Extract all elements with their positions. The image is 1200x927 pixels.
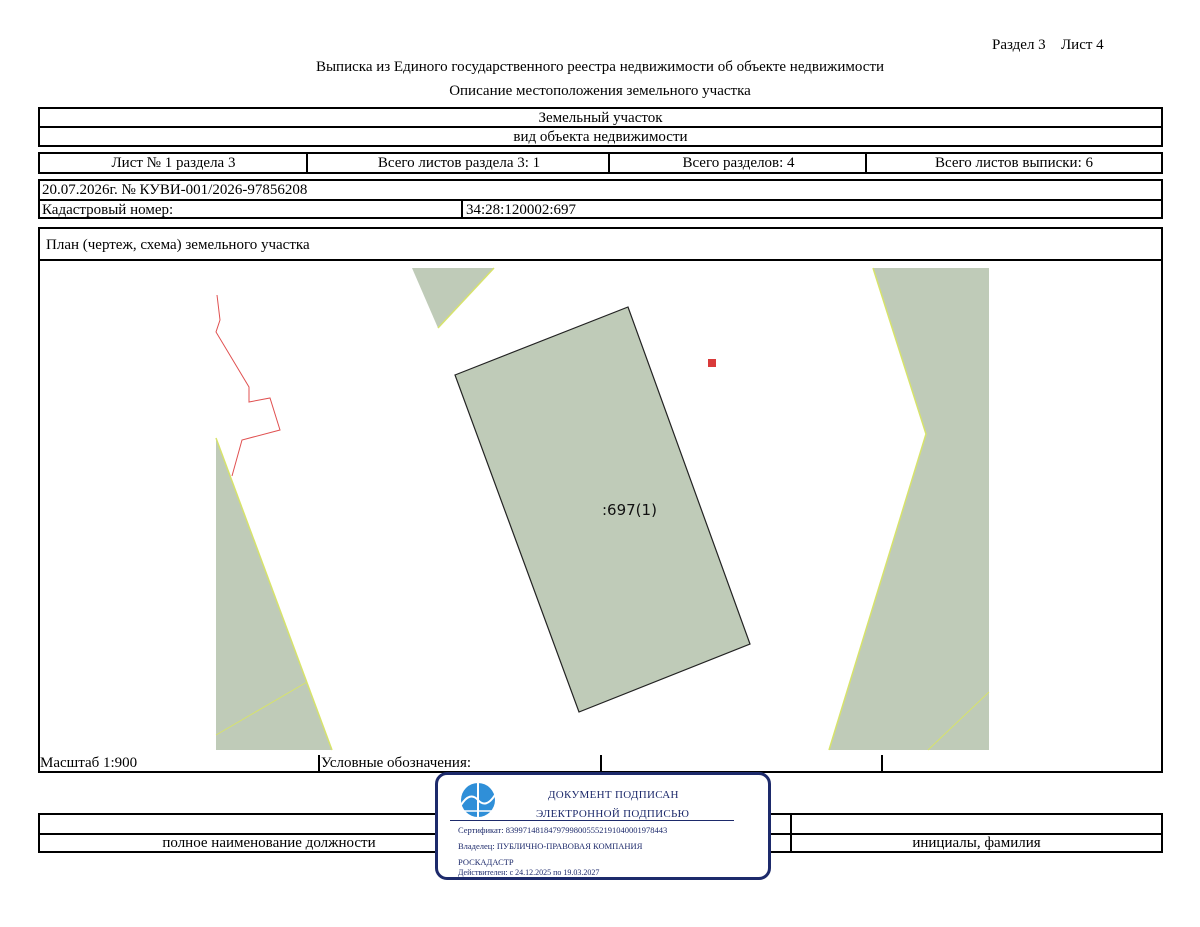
document-subtitle: Описание местоположения земельного участ… [449, 83, 751, 99]
section-ref: Раздел 3 [992, 37, 1046, 53]
legend-row: Масштаб 1:900 Условные обозначения: [38, 755, 1163, 773]
object-type-value: Земельный участок [538, 109, 663, 126]
document-title: Выписка из Единого государственного реес… [315, 59, 885, 75]
neighbor-parcel-top [412, 268, 494, 328]
total-sections: Всего разделов: 4 [682, 154, 795, 171]
object-type-caption: вид объекта недвижимости [513, 128, 688, 145]
cadastral-number: 34:28:120002:697 [466, 202, 577, 218]
stamp-validity: Действителен: с 24.12.2025 по 19.03.2027 [458, 868, 600, 877]
total-sheets-extract: Всего листов выписки: 6 [935, 154, 1093, 171]
sheets-row: Лист № 1 раздела 3 Всего листов раздела … [38, 152, 1163, 174]
scale-label: Масштаб 1:900 [40, 755, 138, 771]
plan-box: План (чертеж, схема) земельного участка … [38, 227, 1163, 773]
name-caption: инициалы, фамилия [912, 835, 1041, 851]
extract-date-number: 20.07.2026г. № КУВИ-001/2026-97856208 [42, 182, 308, 198]
stamp-owner-cont: РОСКАДАСТР [458, 857, 514, 867]
stamp-line2: ЭЛЕКТРОННОЙ ПОДПИСЬЮ [536, 808, 690, 820]
stamp-certificate: Сертификат: 8399714818479799800555219104… [458, 825, 668, 835]
stamp-owner: Владелец: ПУБЛИЧНО-ПРАВОВАЯ КОМПАНИЯ [458, 841, 643, 851]
cadastral-plan-drawing [215, 267, 990, 751]
cadastral-label: Кадастровый номер: [42, 202, 174, 218]
electronic-signature-stamp: ДОКУМЕНТ ПОДПИСАН ЭЛЕКТРОННОЙ ПОДПИСЬЮ С… [435, 772, 771, 880]
legend-symbols-label: Условные обозначения: [321, 755, 472, 771]
parcel-label: :697(1) [602, 501, 657, 519]
sheet-ref: Лист 4 [1061, 37, 1104, 53]
stamp-line1: ДОКУМЕНТ ПОДПИСАН [548, 789, 679, 801]
neighbor-boundary-red [215, 294, 281, 477]
record-box: 20.07.2026г. № КУВИ-001/2026-97856208 Ка… [38, 179, 1163, 219]
position-caption: полное наименование должности [162, 835, 376, 851]
sheet-number: Лист № 1 раздела 3 [111, 154, 236, 171]
total-sheets-section: Всего листов раздела 3: 1 [377, 154, 541, 171]
object-type-box: Земельный участок вид объекта недвижимос… [38, 107, 1163, 147]
rosreestr-logo-icon [460, 783, 496, 817]
neighbor-parcel-right [829, 268, 989, 750]
point-marker [708, 359, 716, 367]
